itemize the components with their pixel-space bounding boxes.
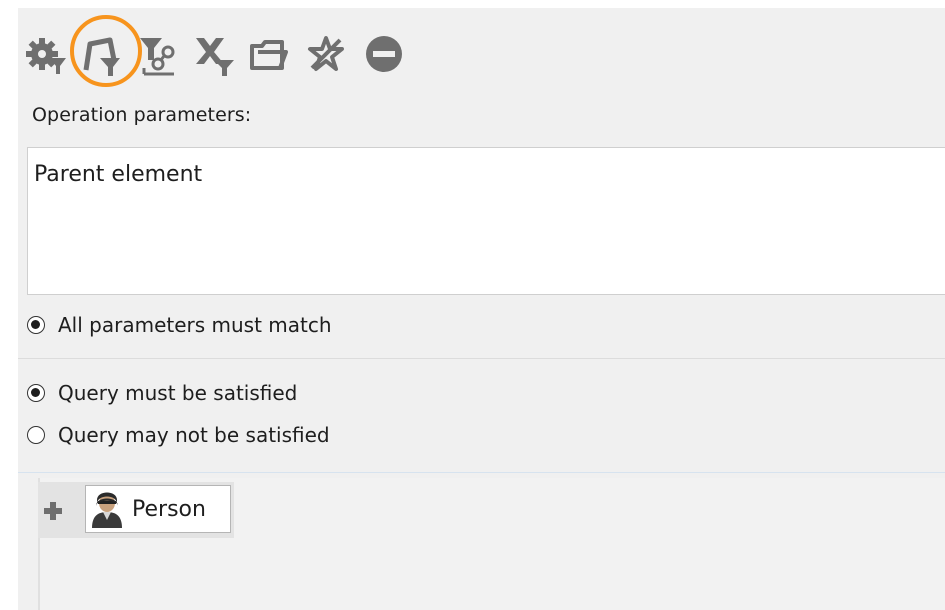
all-parameters-match-option[interactable]: All parameters must match bbox=[27, 313, 332, 337]
radio-button[interactable] bbox=[27, 384, 45, 402]
query-must-be-satisfied-label: Query must be satisfied bbox=[58, 381, 298, 405]
filter-relation-icon[interactable] bbox=[136, 30, 180, 78]
cross-filter-icon[interactable] bbox=[190, 30, 234, 78]
person-node-label: Person bbox=[132, 496, 206, 522]
plus-icon[interactable] bbox=[42, 500, 64, 522]
open-folder-icon[interactable] bbox=[246, 30, 290, 78]
list-item[interactable]: Parent element bbox=[34, 162, 202, 187]
minus-circle-icon[interactable] bbox=[360, 30, 404, 78]
highlight-circle bbox=[70, 15, 142, 87]
radio-button[interactable] bbox=[27, 426, 45, 444]
divider bbox=[18, 472, 945, 473]
operation-parameters-label: Operation parameters: bbox=[32, 104, 252, 126]
person-node-chip[interactable]: Person bbox=[85, 485, 231, 533]
query-must-be-satisfied-option[interactable]: Query must be satisfied bbox=[27, 381, 297, 405]
star-remove-icon[interactable] bbox=[304, 30, 348, 78]
radio-button[interactable] bbox=[27, 316, 45, 334]
gear-filter-icon[interactable] bbox=[24, 30, 68, 78]
query-may-not-be-satisfied-label: Query may not be satisfied bbox=[58, 423, 330, 447]
person-icon bbox=[90, 490, 124, 528]
query-may-not-be-satisfied-option[interactable]: Query may not be satisfied bbox=[27, 423, 330, 447]
all-parameters-match-label: All parameters must match bbox=[58, 313, 332, 337]
operation-parameters-list[interactable]: Parent element bbox=[27, 147, 945, 295]
divider bbox=[18, 358, 945, 359]
